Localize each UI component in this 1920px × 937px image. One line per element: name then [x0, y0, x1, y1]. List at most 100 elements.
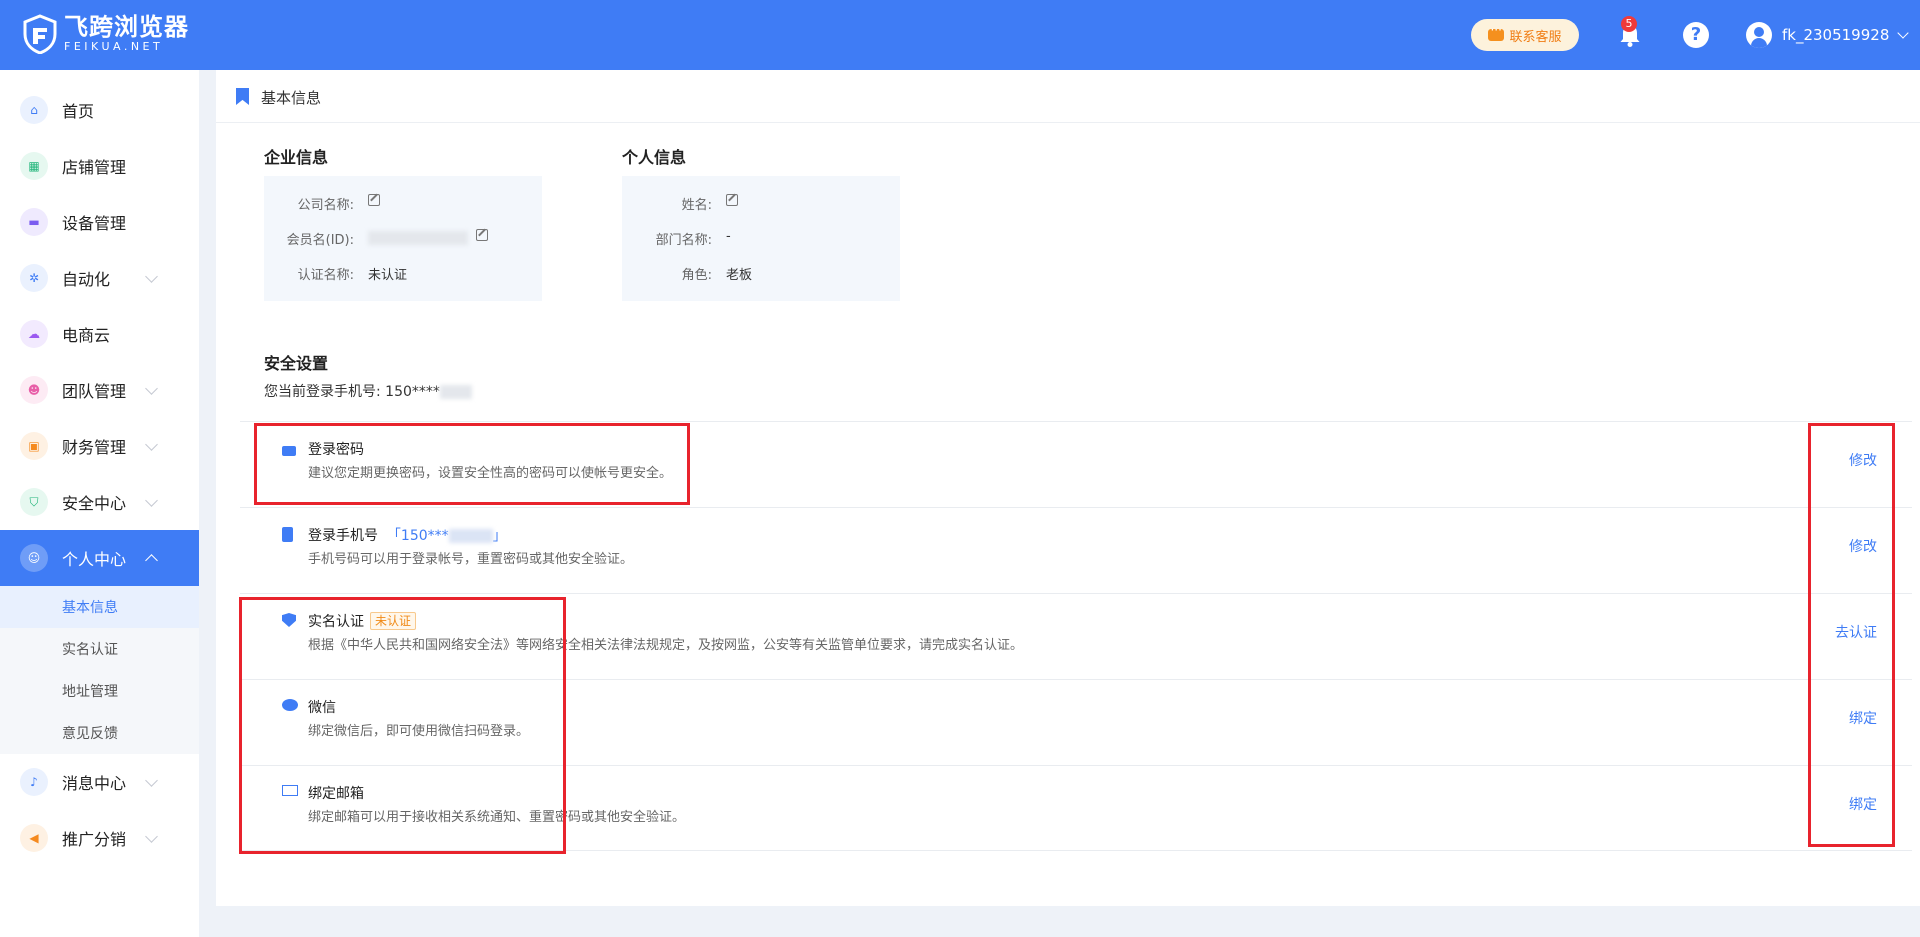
notification-count-badge: 5 [1621, 16, 1637, 32]
phone-number: 「150*** [386, 528, 449, 544]
security-settings-title: 安全设置 [264, 354, 329, 373]
cloud-icon: ☁ [20, 320, 48, 348]
sidebar-item-label: 店铺管理 [62, 158, 127, 177]
department-row: 部门名称: - [622, 229, 900, 249]
sidebar-item-store[interactable]: ▦ 店铺管理 [0, 138, 199, 194]
sidebar-subitem-feedback[interactable]: 意见反馈 [0, 712, 199, 754]
subitem-label: 地址管理 [62, 684, 118, 700]
chevron-down-icon [145, 381, 158, 395]
sidebar-item-ecommerce-cloud[interactable]: ☁ 电商云 [0, 306, 199, 362]
phone-number-end: 」 [492, 528, 507, 544]
automation-icon: ✲ [20, 264, 48, 292]
sidebar-subitem-real-name[interactable]: 实名认证 [0, 628, 199, 670]
sidebar-item-label: 自动化 [62, 270, 111, 289]
edit-icon[interactable] [368, 194, 380, 206]
device-icon: ▬ [20, 208, 48, 236]
field-value: 未认证 [368, 268, 408, 283]
team-icon: ☻ [20, 376, 48, 404]
annotation-box [239, 597, 566, 854]
sidebar-item-automation[interactable]: ✲ 自动化 [0, 250, 199, 306]
redacted-value [448, 529, 493, 543]
company-info-title: 企业信息 [264, 148, 329, 167]
subitem-label: 基本信息 [62, 600, 118, 616]
sidebar-item-security[interactable]: ⛉ 安全中心 [0, 474, 199, 530]
edit-icon[interactable] [726, 194, 738, 206]
logo-shield-icon [23, 14, 57, 54]
brand-name: 飞跨浏览器 [64, 13, 189, 41]
security-row-phone: 登录手机号 「150*** 」 手机号码可以用于登录帐号，重置密码或其他安全验证。… [240, 507, 1912, 593]
chevron-up-icon [145, 554, 158, 567]
page-title: 基本信息 [261, 89, 322, 107]
sidebar-item-label: 推广分销 [62, 830, 127, 849]
user-menu[interactable]: fk_230519928 [1746, 22, 1910, 48]
sidebar-item-messages[interactable]: ♪ 消息中心 [0, 754, 199, 810]
sidebar-item-personal-center[interactable]: ☺ 个人中心 [0, 530, 199, 586]
company-name-row: 公司名称: [264, 194, 542, 214]
sidebar-item-team[interactable]: ☻ 团队管理 [0, 362, 199, 418]
company-info-card: 公司名称: 会员名(ID): 认证名称: 未认证 [264, 176, 542, 301]
store-icon: ▦ [20, 152, 48, 180]
subitem-label: 实名认证 [62, 642, 118, 658]
sidebar-item-label: 首页 [62, 102, 95, 121]
brand-logo[interactable]: 飞跨浏览器 FEIKUA.NET [22, 14, 189, 54]
role-row: 角色: 老板 [622, 264, 900, 284]
row-title: 登录手机号 [308, 528, 378, 544]
chevron-down-icon [145, 269, 158, 283]
shield-icon: ⛉ [20, 488, 48, 516]
user-icon: ☺ [20, 544, 48, 572]
chevron-down-icon [145, 437, 158, 451]
current-phone-line: 您当前登录手机号: 150**** [264, 381, 472, 401]
sidebar-item-label: 个人中心 [62, 550, 127, 569]
avatar-icon [1746, 22, 1772, 48]
sidebar-item-home[interactable]: ⌂ 首页 [0, 82, 199, 138]
field-label: 认证名称: [297, 268, 354, 283]
personal-info-title: 个人信息 [622, 148, 687, 167]
row-desc: 手机号码可以用于登录帐号，重置密码或其他安全验证。 [308, 552, 634, 567]
phone-icon [282, 527, 293, 542]
sidebar-item-label: 团队管理 [62, 382, 127, 401]
field-label: 部门名称: [655, 233, 712, 248]
chevron-down-icon [145, 773, 158, 787]
sidebar-item-device[interactable]: ▬ 设备管理 [0, 194, 199, 250]
top-header: 飞跨浏览器 FEIKUA.NET 联系客服 5 ? fk_230519928 [0, 0, 1920, 70]
edit-icon[interactable] [476, 229, 489, 241]
wallet-icon: ▣ [20, 432, 48, 460]
chevron-down-icon [1897, 27, 1910, 39]
field-label: 会员名(ID): [286, 233, 354, 248]
breadcrumb: 基本信息 [216, 70, 1920, 123]
field-value: 老板 [726, 268, 753, 283]
sidebar-item-finance[interactable]: ▣ 财务管理 [0, 418, 199, 474]
annotation-box [254, 423, 690, 505]
field-value: - [726, 229, 731, 244]
current-phone-text: 您当前登录手机号: 150**** [264, 384, 440, 400]
cert-name-row: 认证名称: 未认证 [264, 264, 542, 284]
bookmark-icon [236, 88, 249, 105]
help-icon[interactable]: ? [1683, 22, 1709, 48]
contact-support-label: 联系客服 [1509, 29, 1562, 45]
contact-support-button[interactable]: 联系客服 [1471, 19, 1579, 51]
personal-info-card: 姓名: 部门名称: - 角色: 老板 [622, 176, 900, 301]
name-row: 姓名: [622, 194, 900, 214]
field-label: 角色: [681, 268, 712, 283]
sidebar-subitem-address[interactable]: 地址管理 [0, 670, 199, 712]
sidebar: ⌂ 首页 ▦ 店铺管理 ▬ 设备管理 ✲ 自动化 ☁ 电商云 ☻ 团队管理 ▣ … [0, 70, 199, 937]
username: fk_230519928 [1782, 26, 1890, 44]
sidebar-item-label: 消息中心 [62, 774, 127, 793]
redacted-value [368, 230, 468, 245]
sidebar-item-label: 电商云 [62, 326, 111, 345]
row-title-wrap: 登录手机号 「150*** 」 [308, 525, 507, 545]
sidebar-item-label: 设备管理 [62, 214, 127, 233]
subitem-label: 意见反馈 [62, 726, 118, 742]
sidebar-item-label: 财务管理 [62, 438, 127, 457]
megaphone-icon: ◀ [20, 824, 48, 852]
chat-icon [1488, 23, 1505, 41]
field-label: 姓名: [681, 198, 712, 213]
bell-icon: ♪ [20, 768, 48, 796]
field-label: 公司名称: [297, 198, 354, 213]
sidebar-item-promotion[interactable]: ◀ 推广分销 [0, 810, 199, 866]
annotation-box [1808, 423, 1895, 847]
home-icon: ⌂ [20, 96, 48, 124]
redacted-value [439, 385, 472, 399]
member-id-row: 会员名(ID): [264, 229, 542, 249]
sidebar-subitem-basic-info[interactable]: 基本信息 [0, 586, 199, 628]
